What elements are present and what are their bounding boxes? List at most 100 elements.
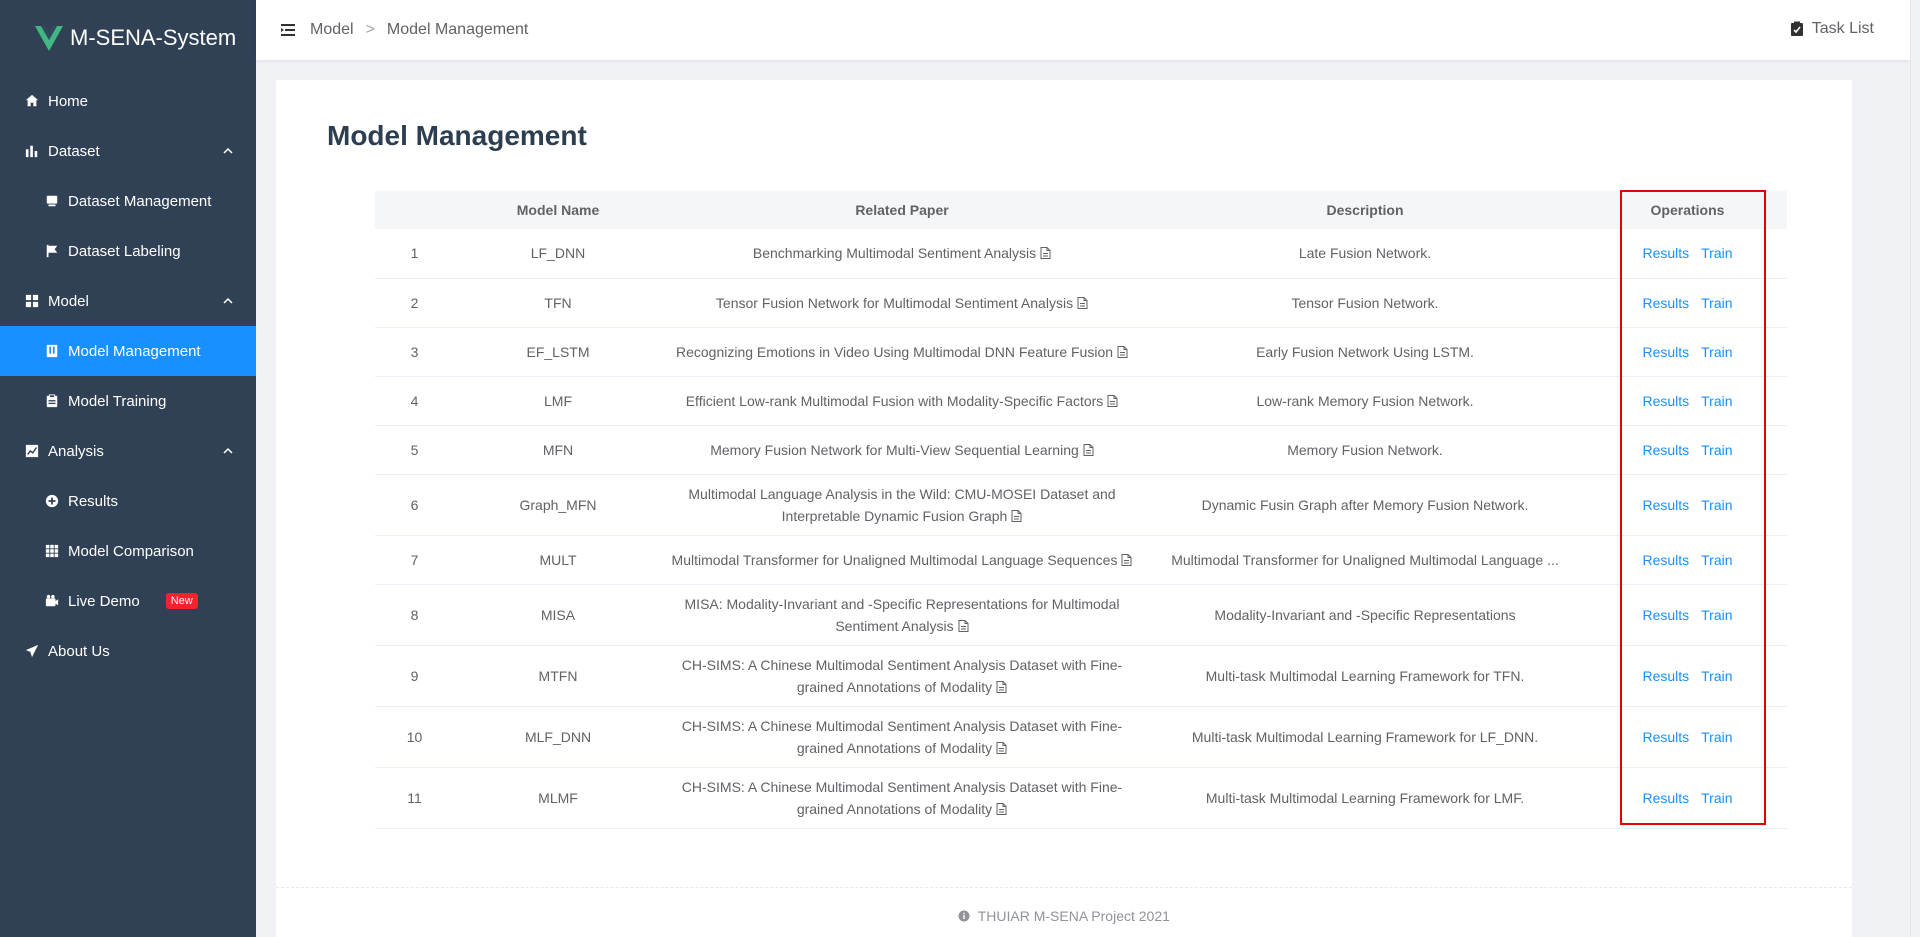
file-text-icon[interactable]: [958, 616, 969, 632]
page-title: Model Management: [327, 120, 587, 151]
breadcrumb-model[interactable]: Model: [310, 21, 354, 39]
results-link[interactable]: Results: [1642, 790, 1689, 806]
file-text-icon[interactable]: [1107, 391, 1118, 407]
results-link[interactable]: Results: [1642, 393, 1689, 409]
table-icon: [44, 543, 60, 559]
operations-cell: Results Train: [1588, 376, 1787, 426]
sidebar-item-about-us[interactable]: About Us: [0, 626, 256, 676]
file-text-icon[interactable]: [996, 738, 1007, 754]
results-link[interactable]: Results: [1642, 552, 1689, 568]
footer-text: THUIAR M-SENA Project 2021: [977, 908, 1170, 924]
sidebar-item-label: Model Comparison: [68, 542, 194, 560]
operations-cell: Results Train: [1588, 474, 1787, 536]
train-link[interactable]: Train: [1701, 607, 1732, 623]
file-text-icon[interactable]: [1117, 342, 1128, 358]
sidebar-item-model[interactable]: Model: [0, 276, 256, 326]
related-paper-cell: Recognizing Emotions in Video Using Mult…: [662, 327, 1142, 377]
chevron-up-icon: [222, 444, 234, 456]
description-text: Multi-task Multimodal Learning Framework…: [1191, 728, 1539, 745]
description-text: Multimodal Transformer for Unaligned Mul…: [1171, 551, 1559, 568]
sidebar-item-dataset[interactable]: Dataset: [0, 126, 256, 176]
train-link[interactable]: Train: [1701, 729, 1732, 745]
page-scrollbar[interactable]: [1910, 0, 1920, 937]
sidebar-item-dataset-labeling[interactable]: Dataset Labeling: [0, 226, 256, 276]
description-cell: Late Fusion Network.: [1142, 229, 1588, 279]
operations-cell: Results Train: [1588, 278, 1787, 328]
results-link[interactable]: Results: [1642, 497, 1689, 513]
row-index: 4: [375, 376, 454, 426]
row-index: 1: [375, 229, 454, 279]
train-link[interactable]: Train: [1701, 245, 1732, 261]
train-link[interactable]: Train: [1701, 552, 1732, 568]
description-text: Multi-task Multimodal Learning Framework…: [1205, 789, 1525, 806]
row-index: 8: [375, 584, 454, 646]
results-link[interactable]: Results: [1642, 295, 1689, 311]
sidebar: M-SENA-System Home Dataset Dataset Manag…: [0, 0, 256, 937]
description-cell: Tensor Fusion Network.: [1142, 278, 1588, 328]
results-link[interactable]: Results: [1642, 344, 1689, 360]
paper-title: Efficient Low-rank Multimodal Fusion wit…: [685, 392, 1104, 409]
file-text-icon[interactable]: [1040, 243, 1051, 260]
file-text-icon[interactable]: [1077, 293, 1088, 309]
breadcrumb-separator: >: [365, 21, 375, 38]
operations-cell: Results Train: [1588, 645, 1787, 707]
results-link[interactable]: Results: [1642, 442, 1689, 458]
operations-cell: Results Train: [1588, 327, 1787, 377]
related-paper-cell: Multimodal Language Analysis in the Wild…: [662, 474, 1142, 536]
chevron-up-icon: [222, 144, 234, 156]
description-text: Multi-task Multimodal Learning Framework…: [1205, 667, 1525, 684]
file-text-icon[interactable]: [996, 799, 1007, 815]
train-link[interactable]: Train: [1701, 668, 1732, 684]
brand[interactable]: M-SENA-System: [0, 0, 256, 76]
train-link[interactable]: Train: [1701, 393, 1732, 409]
main-card: Model Management Model Name Related Pape…: [276, 80, 1852, 937]
train-link[interactable]: Train: [1701, 790, 1732, 806]
task-list-button[interactable]: Task List: [1790, 20, 1874, 38]
related-paper-cell: Multimodal Transformer for Unaligned Mul…: [662, 535, 1142, 585]
file-text-icon[interactable]: [1011, 506, 1022, 522]
results-link[interactable]: Results: [1642, 607, 1689, 623]
results-link[interactable]: Results: [1642, 668, 1689, 684]
sidebar-item-model-comparison[interactable]: Model Comparison: [0, 526, 256, 576]
paper-title: CH-SIMS: A Chinese Multimodal Sentiment …: [681, 656, 1123, 695]
file-text-icon[interactable]: [1121, 550, 1132, 566]
sidebar-item-home[interactable]: Home: [0, 76, 256, 126]
model-table: Model Name Related Paper Description Ope…: [375, 191, 1787, 829]
column-header-related-paper: Related Paper: [662, 191, 1142, 229]
menu-fold-icon[interactable]: [278, 20, 298, 40]
description-text: Dynamic Fusin Graph after Memory Fusion …: [1201, 496, 1529, 513]
sidebar-item-model-management[interactable]: Model Management: [0, 326, 256, 376]
sidebar-item-results[interactable]: Results: [0, 476, 256, 526]
table-row: 11 MLMF CH-SIMS: A Chinese Multimodal Sent…: [375, 767, 1787, 829]
description-text: Early Fusion Network Using LSTM.: [1256, 343, 1474, 360]
sidebar-item-live-demo[interactable]: Live Demo New: [0, 576, 256, 626]
model-name-cell: LF_DNN: [454, 229, 662, 279]
plus-circle-icon: [44, 493, 60, 509]
related-paper-cell: MISA: Modality-Invariant and -Specific R…: [662, 584, 1142, 646]
sidebar-item-analysis[interactable]: Analysis: [0, 426, 256, 476]
operations-cell: Results Train: [1588, 706, 1787, 768]
train-link[interactable]: Train: [1701, 442, 1732, 458]
results-link[interactable]: Results: [1642, 729, 1689, 745]
train-link[interactable]: Train: [1701, 295, 1732, 311]
table-row: 4 LMF Efficient Low-rank Multimodal Fusion…: [375, 376, 1787, 426]
train-link[interactable]: Train: [1701, 497, 1732, 513]
sidebar-item-model-training[interactable]: Model Training: [0, 376, 256, 426]
related-paper-cell: Tensor Fusion Network for Multimodal Sen…: [662, 278, 1142, 328]
description-text: Memory Fusion Network.: [1287, 441, 1443, 458]
sidebar-item-dataset-management[interactable]: Dataset Management: [0, 176, 256, 226]
top-header: Model > Model Management Task List: [256, 0, 1910, 60]
file-text-icon[interactable]: [1083, 440, 1094, 456]
related-paper-cell: Efficient Low-rank Multimodal Fusion wit…: [662, 376, 1142, 426]
related-paper-cell: CH-SIMS: A Chinese Multimodal Sentiment …: [662, 767, 1142, 829]
sidebar-item-label: Live Demo: [68, 592, 140, 610]
operations-cell: Results Train: [1588, 229, 1787, 279]
model-name-cell: MFN: [454, 425, 662, 475]
table-row: 10 MLF_DNN CH-SIMS: A Chinese Multimodal S…: [375, 706, 1787, 768]
model-name-cell: MULT: [454, 535, 662, 585]
table-row: 5 MFN Memory Fusion Network for Multi-View…: [375, 425, 1787, 475]
train-link[interactable]: Train: [1701, 344, 1732, 360]
results-link[interactable]: Results: [1642, 245, 1689, 261]
paper-title: MISA: Modality-Invariant and -Specific R…: [684, 595, 1120, 634]
file-text-icon[interactable]: [996, 677, 1007, 693]
